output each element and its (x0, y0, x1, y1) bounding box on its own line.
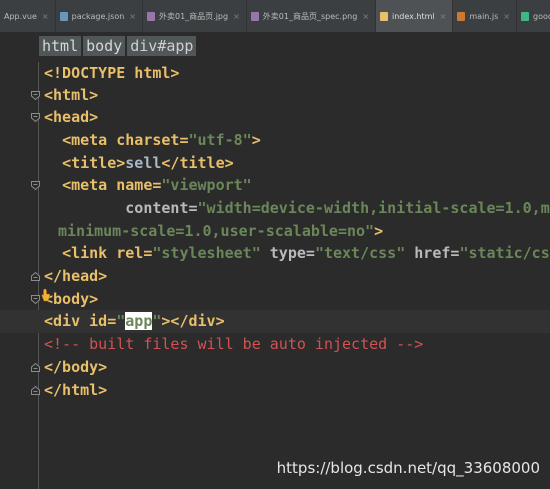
selected-id-value[interactable]: app (125, 312, 153, 330)
breadcrumb-item-body[interactable]: body (83, 36, 126, 56)
breadcrumb-item-html[interactable]: html (39, 36, 82, 56)
file-icon (457, 12, 466, 21)
html-close-tag: </html> (44, 381, 108, 399)
code-line[interactable]: <html> (0, 84, 550, 107)
tab-6[interactable]: goods.vue× (517, 0, 550, 32)
code-line[interactable]: <!DOCTYPE html> (0, 62, 550, 85)
code-line[interactable]: <!-- built files will be auto injected -… (0, 333, 550, 356)
tab-label: App.vue (4, 12, 37, 21)
meta-tag: <meta charset= (62, 131, 189, 149)
close-icon[interactable]: × (362, 12, 369, 21)
fold-open-icon[interactable] (31, 91, 40, 100)
body-close-tag: </body> (44, 358, 108, 376)
attr-value: "static/css (459, 244, 550, 262)
breadcrumb: html body div#app (0, 33, 550, 59)
link-tag: <link rel= (62, 244, 153, 262)
tab-2[interactable]: 外卖01_商品页.jpg × (143, 0, 247, 32)
meta-tag: <meta name= (62, 176, 162, 194)
code-line[interactable]: <body> (0, 288, 550, 311)
close-icon[interactable]: × (503, 12, 510, 21)
attr-value: "text/css" (314, 244, 406, 262)
div-close-tag: ></div> (161, 312, 225, 330)
close-icon[interactable]: × (42, 12, 49, 21)
code-line[interactable]: </html> (0, 379, 550, 402)
attr-value: "width=device-width,initial-scale=1.0,ma… (197, 199, 550, 217)
title-open-tag: <title> (62, 154, 126, 172)
tab-1[interactable]: package.json × (56, 0, 143, 32)
close-icon[interactable]: × (233, 12, 240, 21)
close-icon[interactable]: × (440, 12, 447, 21)
watermark: https://blog.csdn.net/qq_33608000 (276, 459, 540, 477)
attr-value: "viewport" (161, 176, 252, 194)
code-line[interactable]: <title>sell</title> (0, 152, 550, 175)
attr-value: minimum-scale=1.0,user-scalable=no" (58, 222, 375, 240)
title-text: sell (125, 154, 162, 172)
file-icon (250, 12, 259, 21)
div-tag: <div id= (44, 312, 117, 330)
close-icon[interactable]: × (129, 12, 136, 21)
tab-label: index.html (392, 12, 435, 21)
tab-3[interactable]: 外卖01_商品页_spec.png × (247, 0, 377, 32)
attr-name: content= (125, 199, 198, 217)
fold-end-icon[interactable] (31, 363, 40, 372)
attr-value: "stylesheet" (152, 244, 261, 262)
fold-end-icon[interactable] (31, 272, 40, 281)
code-editor[interactable]: <!DOCTYPE html> <html> <head> <meta char… (0, 62, 550, 489)
code-line[interactable]: content="width=device-width,initial-scal… (0, 197, 550, 220)
fold-open-icon[interactable] (31, 181, 40, 190)
fold-open-icon[interactable] (31, 295, 40, 304)
html-comment: <!-- built files will be auto injected -… (44, 335, 424, 353)
attr-name: href= (405, 244, 460, 262)
file-icon (521, 12, 529, 21)
doctype: <!DOCTYPE html> (44, 64, 180, 82)
fold-end-icon[interactable] (31, 386, 40, 395)
tab-label: main.js (469, 12, 499, 21)
tab-label: package.json (71, 12, 125, 21)
title-close-tag: </title> (161, 154, 234, 172)
code-line[interactable]: <meta name="viewport" (0, 174, 550, 197)
attr-value: "utf-8" (188, 131, 252, 149)
head-close-tag: </head> (44, 267, 108, 285)
editor-tab-bar: App.vue × package.json × 外卖01_商品页.jpg × 外卖01_商… (0, 0, 550, 33)
head-open-tag: <head> (44, 108, 99, 126)
file-icon (146, 12, 155, 21)
code-line[interactable]: </head> (0, 265, 550, 288)
attr-name: type= (260, 244, 315, 262)
code-line[interactable]: </body> (0, 356, 550, 379)
fold-open-icon[interactable] (31, 113, 40, 122)
attr-quote: " (116, 312, 126, 330)
code-line-current[interactable]: <div id="app"></div> (0, 310, 550, 333)
tab-5[interactable]: main.js × (453, 0, 517, 32)
file-icon (59, 12, 68, 21)
file-icon (380, 12, 389, 21)
body-open-tag: <body> (44, 290, 99, 308)
tab-label: goods.vue (533, 12, 550, 21)
code-line[interactable]: <meta charset="utf-8"> (0, 129, 550, 152)
tab-label: 外卖01_商品页_spec.png (262, 12, 358, 21)
tab-0[interactable]: App.vue × (0, 0, 56, 32)
tag-close: > (251, 131, 261, 149)
code-line[interactable]: minimum-scale=1.0,user-scalable=no"> (0, 220, 550, 243)
tab-4[interactable]: index.html × (376, 0, 454, 32)
code-line[interactable]: <head> (0, 106, 550, 129)
tag-close: > (374, 222, 384, 240)
code-line[interactable]: <link rel="stylesheet" type="text/css" h… (0, 242, 550, 265)
mouse-cursor-icon (41, 288, 51, 302)
html-open-tag: <html> (44, 86, 99, 104)
breadcrumb-item-div-app[interactable]: div#app (127, 36, 197, 56)
tab-label: 外卖01_商品页.jpg (158, 12, 229, 21)
